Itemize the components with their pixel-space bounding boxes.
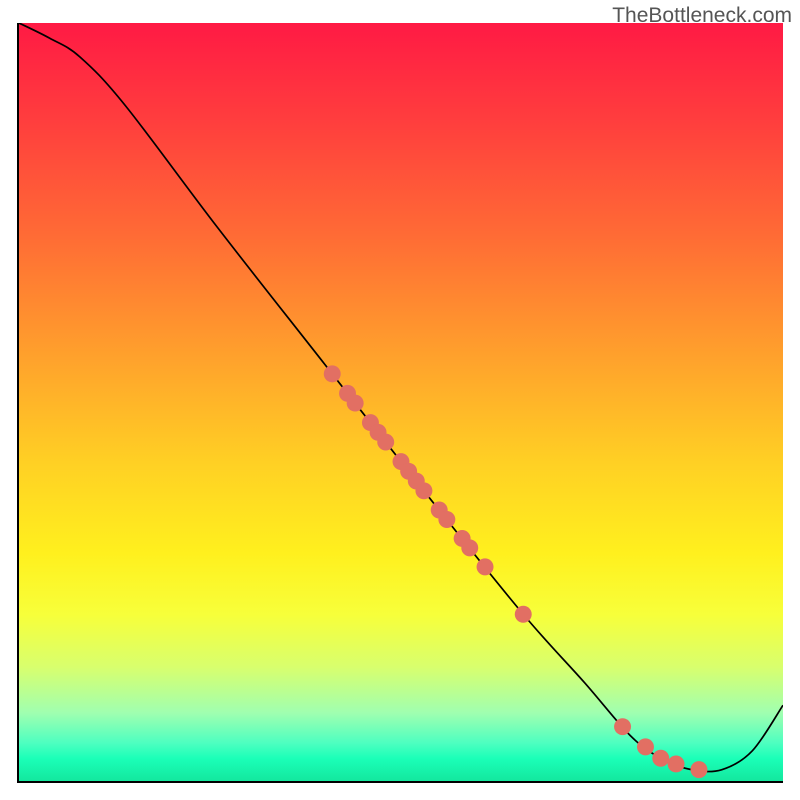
curve-dots-group <box>324 365 708 778</box>
curve-dot <box>690 761 707 778</box>
curve-dot <box>415 482 432 499</box>
watermark-text: TheBottleneck.com <box>612 4 792 28</box>
curve-dot <box>461 539 478 556</box>
curve-dot <box>477 558 494 575</box>
curve-dot <box>614 718 631 735</box>
curve-dot <box>637 738 654 755</box>
curve-dot <box>515 606 532 623</box>
curve-dot <box>324 365 341 382</box>
curve-dot <box>668 755 685 772</box>
curve-dot <box>377 434 394 451</box>
chart-container: TheBottleneck.com <box>0 0 800 800</box>
plot-area <box>17 23 783 783</box>
bottleneck-curve-path <box>19 23 783 772</box>
curve-dot <box>438 511 455 528</box>
curve-dot <box>652 750 669 767</box>
curve-dot <box>347 395 364 412</box>
curve-svg <box>19 23 783 781</box>
